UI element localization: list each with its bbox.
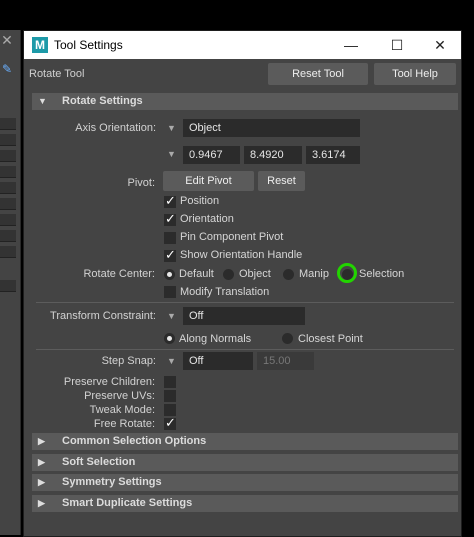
rotate-center-manip-radio[interactable] bbox=[283, 269, 294, 280]
show-orientation-handle-checkbox[interactable] bbox=[164, 247, 176, 263]
axis-orientation-label: Axis Orientation: bbox=[75, 122, 156, 134]
title-bar[interactable]: M Tool Settings — ☐ ✕ bbox=[24, 31, 461, 59]
divider bbox=[36, 302, 454, 303]
section-label: Rotate Settings bbox=[62, 95, 143, 107]
rotate-center-manip-label: Manip bbox=[299, 268, 329, 280]
highlight-ring bbox=[337, 263, 357, 283]
window-title: Tool Settings bbox=[54, 38, 123, 52]
strip-cell bbox=[0, 246, 16, 258]
strip-cell bbox=[0, 182, 16, 194]
tool-name: Rotate Tool bbox=[29, 68, 85, 80]
pin-component-pivot-checkbox[interactable] bbox=[164, 232, 176, 244]
rotate-center-selection-label: Selection bbox=[359, 268, 405, 280]
dropdown-arrow-icon[interactable]: ▼ bbox=[167, 356, 176, 366]
modify-translation-label: Modify Translation bbox=[180, 286, 270, 298]
chevron-right-icon: ▶ bbox=[38, 457, 45, 467]
pivot-label: Pivot: bbox=[127, 177, 155, 189]
free-rotate-label: Free Rotate: bbox=[93, 418, 155, 430]
section-symmetry-settings[interactable]: ▶ Symmetry Settings bbox=[32, 474, 458, 491]
close-button[interactable]: ✕ bbox=[429, 35, 451, 55]
preserve-children-label: Preserve Children: bbox=[63, 376, 155, 388]
strip-cell bbox=[0, 150, 16, 162]
strip-cell bbox=[0, 166, 16, 178]
step-snap-select[interactable]: Off bbox=[183, 352, 253, 370]
strip-cell bbox=[0, 214, 16, 226]
strip-cell bbox=[0, 134, 16, 146]
strip-cell bbox=[0, 118, 16, 130]
along-normals-label: Along Normals bbox=[179, 333, 252, 345]
step-snap-amount-field[interactable]: 15.00 bbox=[257, 352, 314, 370]
maya-app-icon: M bbox=[32, 37, 48, 53]
position-checkbox[interactable] bbox=[164, 193, 176, 209]
rotate-center-object-label: Object bbox=[239, 268, 271, 280]
axis-orientation-select[interactable]: Object bbox=[183, 119, 360, 137]
show-orientation-handle-label: Show Orientation Handle bbox=[180, 249, 303, 261]
transform-constraint-select[interactable]: Off bbox=[183, 307, 305, 325]
preserve-children-checkbox[interactable] bbox=[164, 376, 176, 388]
transform-constraint-label: Transform Constraint: bbox=[50, 310, 156, 322]
strip-cell bbox=[0, 198, 16, 210]
position-label: Position bbox=[180, 195, 220, 207]
along-normals-radio[interactable] bbox=[164, 333, 175, 344]
dropdown-arrow-icon[interactable]: ▼ bbox=[167, 311, 176, 321]
free-rotate-checkbox[interactable] bbox=[164, 415, 176, 431]
closest-point-radio[interactable] bbox=[282, 333, 293, 344]
tweak-mode-label: Tweak Mode: bbox=[89, 404, 155, 416]
closest-point-label: Closest Point bbox=[298, 333, 363, 345]
pin-component-pivot-label: Pin Component Pivot bbox=[180, 231, 284, 243]
rotate-center-label: Rotate Center: bbox=[83, 268, 155, 280]
step-snap-label: Step Snap: bbox=[101, 355, 156, 367]
rotate-center-object-radio[interactable] bbox=[223, 269, 234, 280]
chevron-down-icon: ▼ bbox=[38, 96, 47, 106]
rotate-center-default-label: Default bbox=[179, 268, 214, 280]
reset-pivot-button[interactable]: Reset bbox=[258, 171, 305, 191]
orientation-checkbox[interactable] bbox=[164, 211, 176, 227]
rotate-center-default-radio[interactable] bbox=[164, 269, 175, 280]
axis-value-z[interactable]: 3.6174 bbox=[306, 146, 360, 164]
divider bbox=[36, 349, 454, 350]
tool-help-button[interactable]: Tool Help bbox=[374, 63, 456, 85]
section-label: Common Selection Options bbox=[62, 435, 207, 447]
section-rotate-settings[interactable]: ▼ Rotate Settings bbox=[32, 93, 458, 110]
chevron-right-icon: ▶ bbox=[38, 477, 45, 487]
reset-tool-button[interactable]: Reset Tool bbox=[268, 63, 368, 85]
strip-cell bbox=[0, 280, 16, 292]
preserve-uvs-checkbox[interactable] bbox=[164, 390, 176, 402]
orientation-label: Orientation bbox=[180, 213, 234, 225]
tool-settings-window: M Tool Settings — ☐ ✕ Rotate Tool Reset … bbox=[23, 30, 462, 537]
edit-pivot-button[interactable]: Edit Pivot bbox=[163, 171, 254, 191]
axis-value-x[interactable]: 0.9467 bbox=[183, 146, 240, 164]
section-common-selection-options[interactable]: ▶ Common Selection Options bbox=[32, 433, 458, 450]
chevron-right-icon: ▶ bbox=[38, 498, 45, 508]
section-smart-duplicate-settings[interactable]: ▶ Smart Duplicate Settings bbox=[32, 495, 458, 512]
maximize-button[interactable]: ☐ bbox=[386, 35, 408, 55]
section-soft-selection[interactable]: ▶ Soft Selection bbox=[32, 454, 458, 471]
close-icon[interactable]: ✕ bbox=[0, 32, 14, 52]
section-label: Symmetry Settings bbox=[62, 476, 162, 488]
dropdown-arrow-icon[interactable]: ▼ bbox=[167, 123, 176, 133]
section-label: Smart Duplicate Settings bbox=[62, 497, 193, 509]
preserve-uvs-label: Preserve UVs: bbox=[84, 390, 155, 402]
modify-translation-checkbox[interactable] bbox=[164, 286, 176, 298]
axis-value-y[interactable]: 8.4920 bbox=[244, 146, 302, 164]
dropdown-arrow-icon[interactable]: ▼ bbox=[167, 149, 176, 159]
strip-cell bbox=[0, 230, 16, 242]
minimize-button[interactable]: — bbox=[340, 35, 362, 55]
chevron-right-icon: ▶ bbox=[38, 436, 45, 446]
background-window-strip bbox=[0, 30, 21, 535]
edit-icon[interactable]: ✎ bbox=[2, 62, 16, 76]
section-label: Soft Selection bbox=[62, 456, 136, 468]
